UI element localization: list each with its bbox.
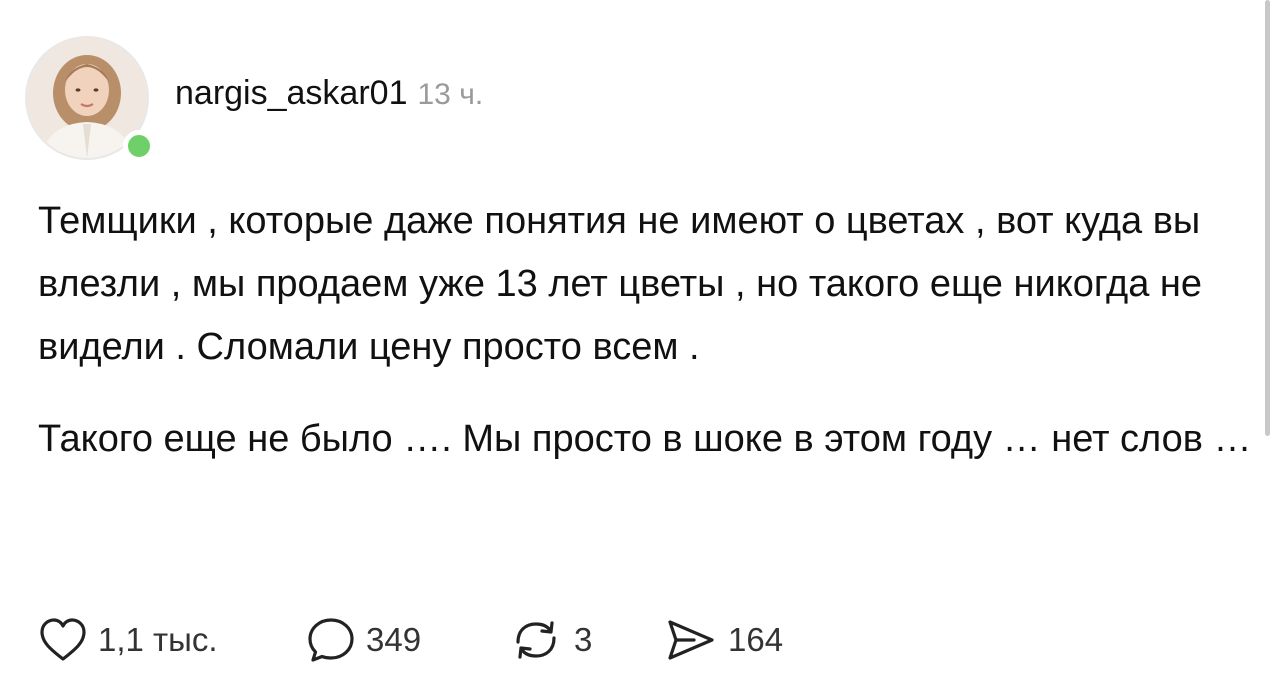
repost-icon [516,621,556,659]
comment-button[interactable]: 349 [306,614,421,666]
post-body: Темщики , которые даже понятия не имеют … [38,190,1253,471]
send-arrow-icon [668,620,714,660]
comment-count: 349 [366,621,422,658]
post-timestamp: 13 ч. [417,78,484,111]
like-button[interactable]: 1,1 тыс. [38,614,218,666]
scrollbar[interactable] [1265,0,1270,436]
post-paragraph: Такого еще не было …. Мы просто в шоке в… [38,418,1252,460]
repost-button[interactable]: 3 [508,614,592,666]
post-header: nargis_askar01 13 ч. [175,74,483,113]
repost-count: 3 [574,621,593,658]
post-paragraph: Темщики , которые даже понятия не имеют … [38,200,1203,368]
online-status-indicator [123,130,155,162]
post-actions: 1,1 тыс. 349 3 164 [38,614,938,666]
author-username[interactable]: nargis_askar01 [175,74,407,113]
like-count: 1,1 тыс. [98,621,218,658]
avatar[interactable] [25,36,155,164]
post-card: nargis_askar01 13 ч. Темщики , которые д… [0,0,1280,689]
comment-bubble-icon [308,618,354,662]
heart-icon [40,618,86,661]
share-button[interactable]: 164 [664,614,783,666]
share-count: 164 [728,621,784,658]
